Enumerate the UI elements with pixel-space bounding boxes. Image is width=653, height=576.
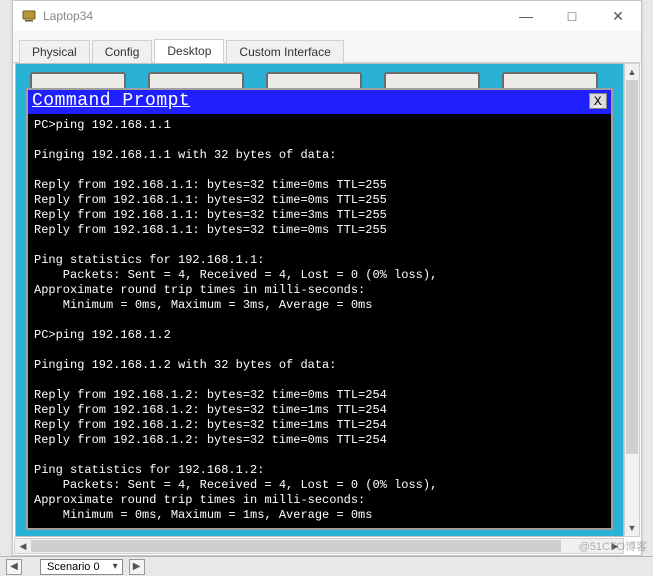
scenario-select[interactable]: Scenario 0	[40, 559, 123, 575]
scroll-up-icon[interactable]: ▲	[625, 64, 639, 80]
window-buttons: — □ ✕	[503, 1, 641, 31]
watermark: @51CTO博客	[579, 538, 647, 554]
vertical-scrollbar[interactable]: ▲ ▼	[624, 63, 640, 537]
desktop-background: Command Prompt X PC>ping 192.168.1.1 Pin…	[16, 64, 623, 536]
tabstrip: Physical Config Desktop Custom Interface	[13, 31, 641, 63]
command-prompt-output[interactable]: PC>ping 192.168.1.1 Pinging 192.168.1.1 …	[28, 112, 611, 528]
minimize-button[interactable]: —	[503, 1, 549, 31]
scenario-prev-button[interactable]: ◀	[6, 559, 22, 575]
desktop-content: Command Prompt X PC>ping 192.168.1.1 Pin…	[15, 63, 624, 537]
scroll-down-icon[interactable]: ▼	[625, 520, 639, 536]
app-window: Laptop34 — □ ✕ Physical Config Desktop C…	[12, 0, 642, 556]
scroll-left-icon[interactable]: ◀	[15, 539, 31, 553]
scroll-thumb[interactable]	[31, 540, 561, 552]
maximize-button[interactable]: □	[549, 1, 595, 31]
tab-config[interactable]: Config	[92, 40, 153, 63]
horizontal-scrollbar[interactable]: ◀ ▶	[14, 538, 624, 554]
background-clip	[0, 55, 12, 515]
tab-custom-interface[interactable]: Custom Interface	[226, 40, 343, 63]
scroll-track[interactable]	[625, 80, 639, 520]
scenario-next-button[interactable]: ▶	[129, 559, 145, 575]
titlebar[interactable]: Laptop34 — □ ✕	[13, 1, 641, 31]
tab-desktop[interactable]: Desktop	[154, 39, 224, 63]
scroll-thumb[interactable]	[626, 80, 638, 454]
tab-physical[interactable]: Physical	[19, 40, 90, 63]
command-prompt-title: Command Prompt	[32, 91, 190, 111]
scroll-track[interactable]	[31, 539, 607, 553]
app-icon	[21, 8, 37, 24]
close-button[interactable]: ✕	[595, 1, 641, 31]
status-bar: ◀ Scenario 0 ▶	[0, 556, 653, 576]
window-title: Laptop34	[43, 9, 503, 23]
command-prompt-close-button[interactable]: X	[589, 93, 607, 109]
scenario-label: Scenario 0	[47, 561, 100, 573]
command-prompt-window: Command Prompt X PC>ping 192.168.1.1 Pin…	[26, 88, 613, 530]
command-prompt-titlebar[interactable]: Command Prompt X	[28, 90, 611, 112]
